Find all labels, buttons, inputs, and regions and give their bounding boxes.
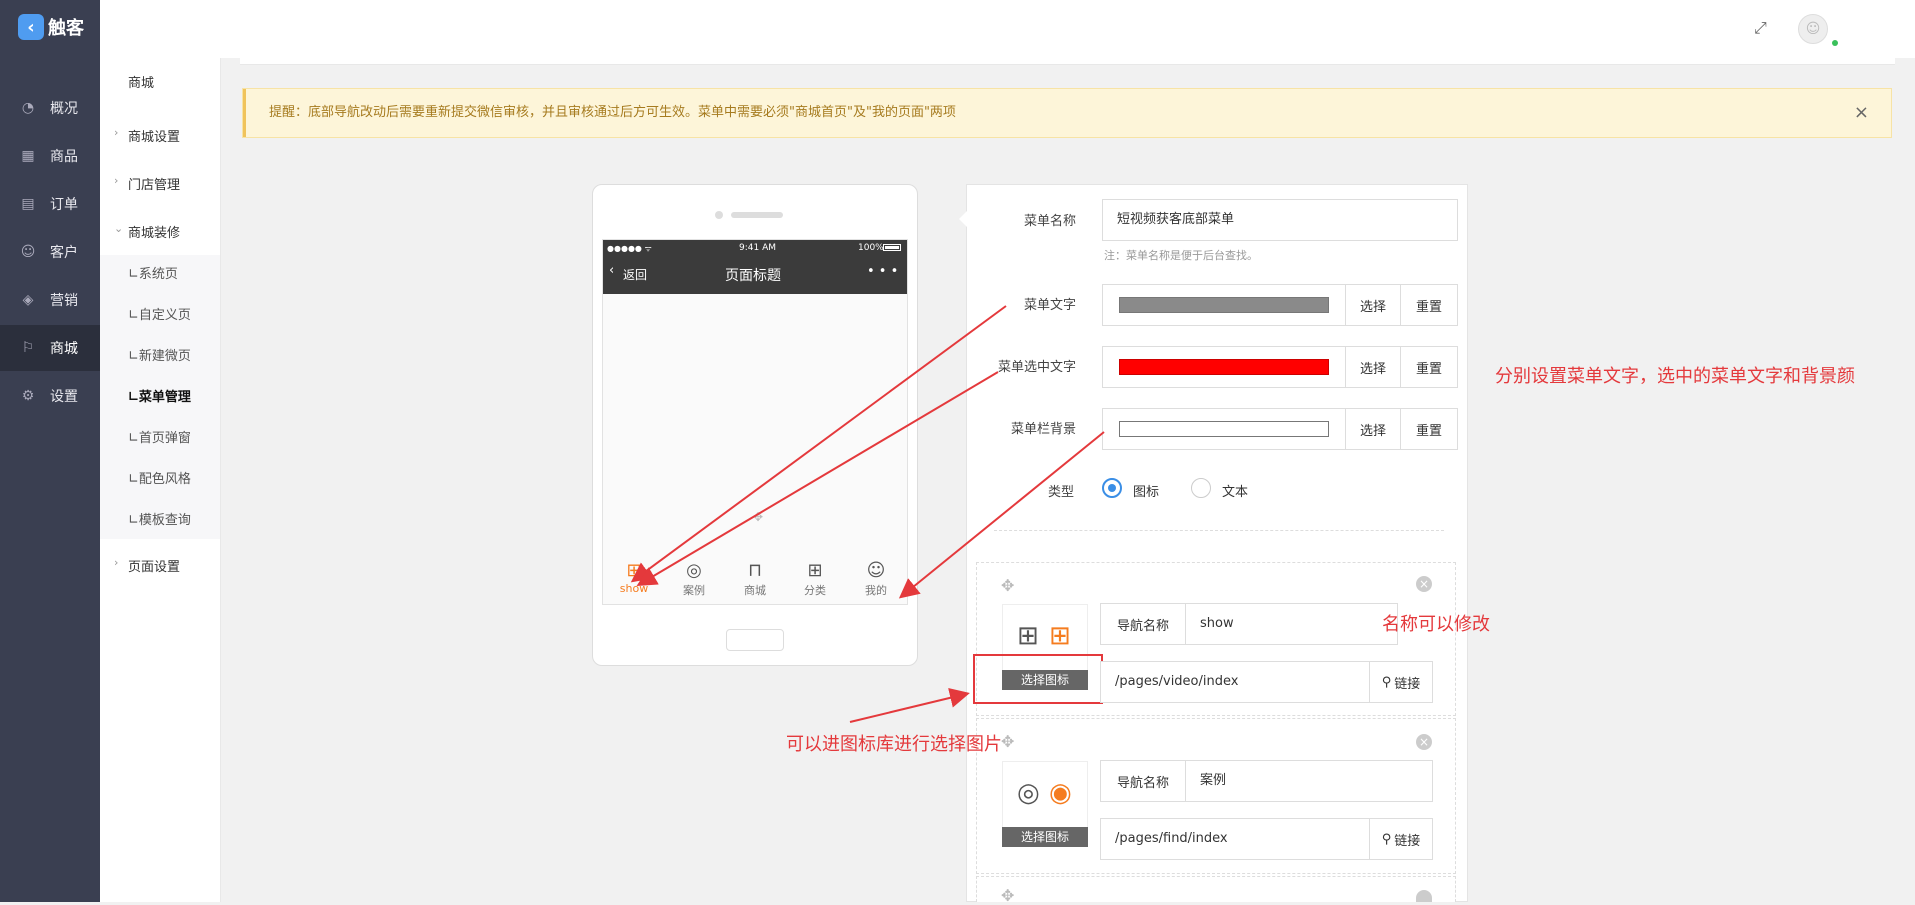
arrow-selected-color (636, 371, 999, 587)
annotation-arrows (630, 305, 1105, 723)
arrow-text-color (630, 305, 1007, 583)
arrow-icon-library (849, 688, 970, 723)
arrow-bg-color (898, 431, 1105, 599)
